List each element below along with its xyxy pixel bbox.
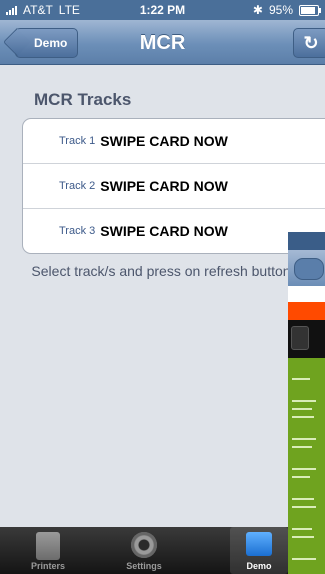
overlay-back-button — [294, 258, 324, 280]
tab-bar: Printers Settings Demo — [0, 527, 288, 574]
track-value: SWIPE CARD NOW — [100, 223, 228, 239]
section-title: MCR Tracks — [34, 90, 132, 109]
overlay-status-bar — [288, 232, 325, 250]
tracks-group: Track 1 SWIPE CARD NOW Track 2 SWIPE CAR… — [22, 118, 325, 254]
refresh-icon: ↻ — [303, 33, 319, 53]
printer-device-icon — [291, 326, 309, 350]
page-title: MCR — [139, 32, 186, 54]
overlay-green-panel — [288, 358, 325, 574]
tab-label: Settings — [126, 561, 162, 571]
overlay-nav-bar — [288, 250, 325, 286]
track-label: Track 2 — [59, 180, 96, 192]
track-label: Track 3 — [59, 225, 96, 237]
track-row-1[interactable]: Track 1 SWIPE CARD NOW — [23, 119, 325, 164]
bluetooth-icon: ✱ — [252, 3, 263, 17]
battery-percent: 95% — [268, 3, 293, 17]
demo-icon — [246, 532, 272, 556]
tab-demo[interactable]: Demo — [230, 527, 288, 574]
overlay-white-band — [288, 286, 325, 302]
navigation-bar: Demo MCR ↻ — [0, 20, 325, 65]
hint-text: Select track/s and press on refresh butt… — [31, 263, 291, 279]
overlay-device-image — [288, 320, 325, 358]
tab-label: Demo — [246, 561, 272, 571]
printer-icon — [36, 532, 60, 560]
gear-icon — [131, 532, 157, 558]
track-row-3[interactable]: Track 3 SWIPE CARD NOW — [23, 209, 325, 253]
battery-icon — [299, 4, 321, 16]
tab-label: Printers — [30, 561, 65, 571]
tab-settings[interactable]: Settings — [96, 527, 192, 574]
status-bar: AT&T LTE 1:22 PM ✱ 95% — [0, 0, 325, 20]
overlay-orange-band — [288, 302, 325, 320]
refresh-button[interactable]: ↻ — [293, 28, 325, 58]
tab-printers[interactable]: Printers — [0, 527, 96, 574]
track-value: SWIPE CARD NOW — [100, 133, 228, 149]
overlapping-screenshot — [288, 232, 325, 574]
track-value: SWIPE CARD NOW — [100, 178, 228, 194]
track-row-2[interactable]: Track 2 SWIPE CARD NOW — [23, 164, 325, 209]
track-label: Track 1 — [59, 135, 96, 147]
